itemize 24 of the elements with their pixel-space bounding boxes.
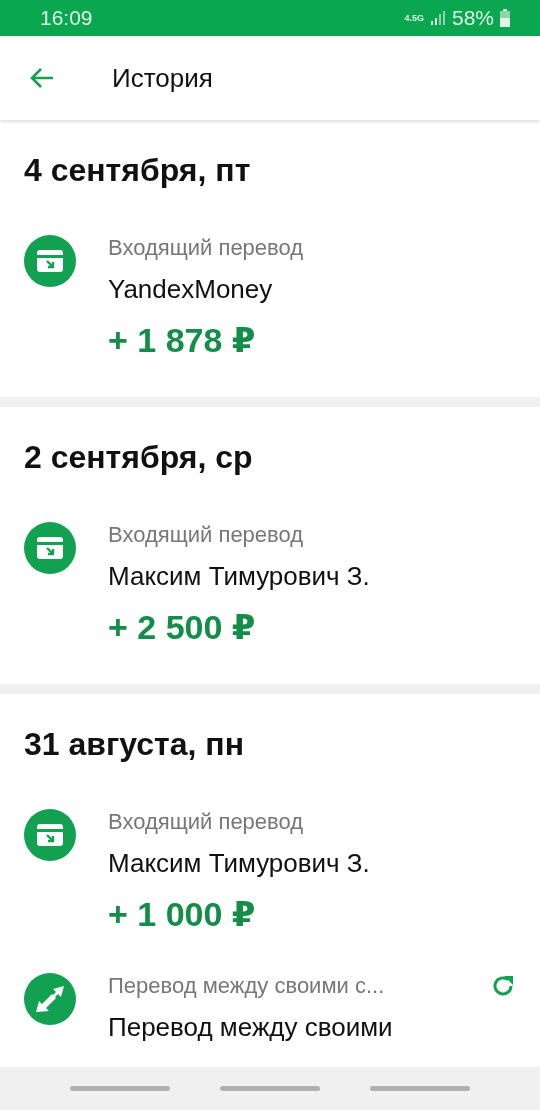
nav-handle[interactable]	[370, 1086, 470, 1091]
operation-type: Перевод между своими с...	[108, 972, 385, 1000]
date-heading: 4 сентября, пт	[23, 152, 252, 189]
nav-handle[interactable]	[70, 1086, 170, 1091]
signal-icon	[429, 10, 446, 26]
operation-type: Входящий перевод	[108, 234, 304, 262]
counterparty-name: Перевод между своими	[108, 1011, 394, 1044]
page-title: История	[112, 62, 213, 94]
status-time: 16:09	[40, 6, 93, 30]
nav-handle[interactable]	[220, 1086, 320, 1091]
date-heading: 2 сентября, ср	[23, 439, 254, 476]
amount: + 1 878 ₽	[108, 320, 257, 361]
operation-type: Входящий перевод	[108, 808, 304, 836]
double-arrow-icon	[34, 984, 66, 1014]
counterparty-name: Максим Тимурович З.	[108, 847, 371, 880]
amount: + 1 000 ₽	[108, 894, 257, 935]
battery-percent: 58%	[451, 6, 494, 30]
amount: + 2 500 ₽	[108, 607, 257, 648]
date-heading: 31 августа, пн	[23, 726, 245, 763]
operation-type: Входящий перевод	[108, 521, 304, 549]
battery-icon	[500, 9, 510, 27]
counterparty-name: Максим Тимурович З.	[108, 560, 371, 593]
network-type: 4.5G	[404, 13, 424, 23]
counterparty-name: YandexMoney	[108, 273, 274, 306]
